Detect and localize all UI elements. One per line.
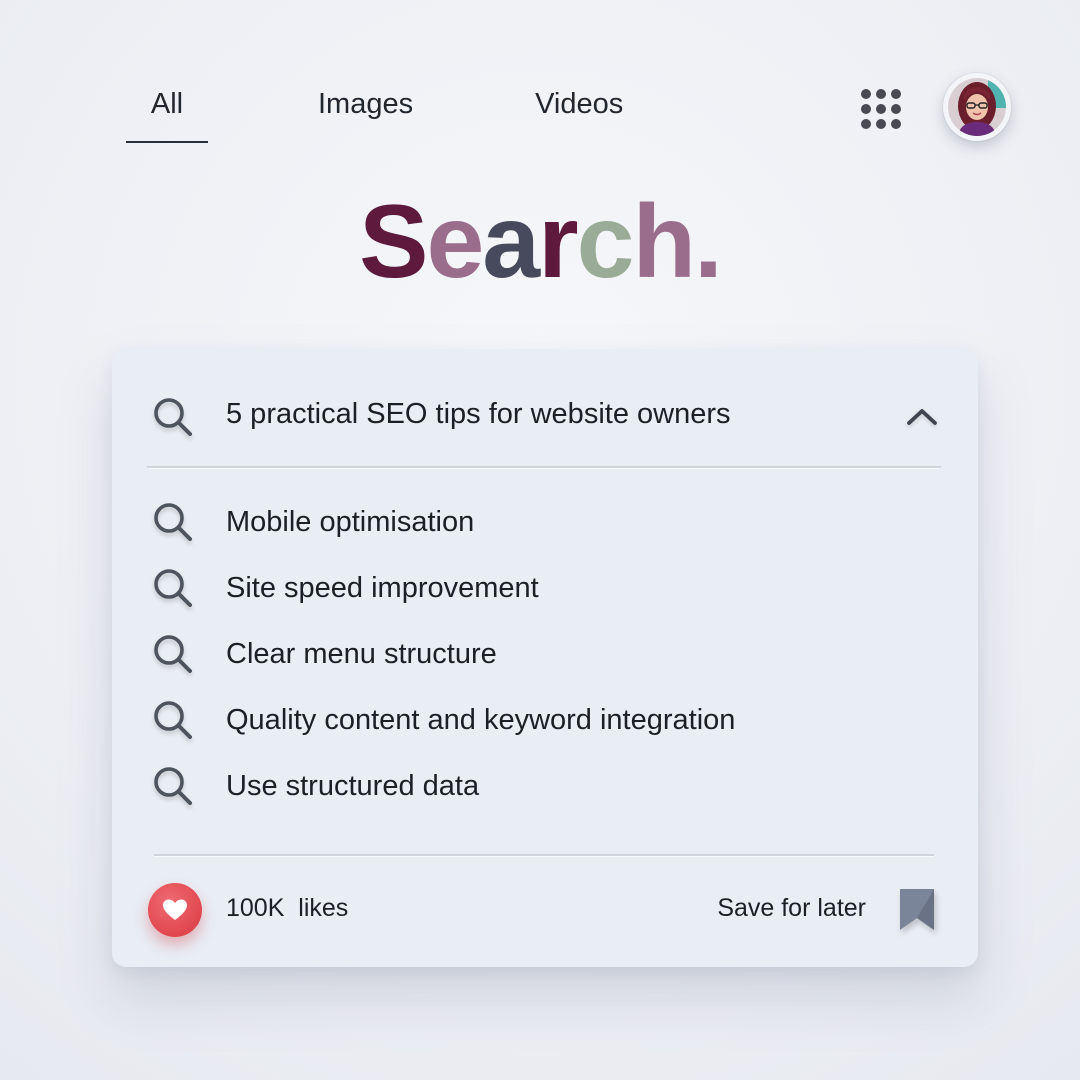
apps-dot: [891, 119, 901, 129]
search-query-text: 5 practical SEO tips for website owners: [226, 398, 731, 430]
logo-letter-r: r: [538, 184, 579, 300]
apps-dot: [861, 104, 871, 114]
search-icon: [152, 501, 194, 548]
logo-letter-a: a: [482, 184, 540, 300]
suggestion-item[interactable]: Quality content and keyword integration: [112, 691, 978, 757]
suggestion-list: Mobile optimisation Site speed improveme…: [112, 493, 978, 823]
logo-letter-s: S: [359, 184, 428, 300]
apps-dot: [861, 119, 871, 129]
search-icon: [152, 396, 194, 443]
tab-images[interactable]: Images: [318, 88, 413, 143]
search-icon: [152, 699, 194, 746]
search-icon: [152, 633, 194, 680]
tab-bar: All Images Videos: [126, 88, 623, 143]
tab-videos[interactable]: Videos: [535, 88, 623, 143]
search-icon: [152, 765, 194, 812]
suggestion-item[interactable]: Mobile optimisation: [112, 493, 978, 559]
search-icon: [152, 567, 194, 614]
likes-count: 100K likes: [226, 894, 349, 922]
apps-dot: [891, 89, 901, 99]
avatar-portrait: [948, 78, 1006, 136]
logo-letter-c: c: [576, 184, 635, 300]
suggestion-item[interactable]: Clear menu structure: [112, 625, 978, 691]
apps-dot: [876, 104, 886, 114]
search-input[interactable]: 5 practical SEO tips for website owners: [112, 349, 978, 466]
suggestion-text: Mobile optimisation: [226, 506, 475, 538]
tab-all[interactable]: All: [126, 88, 208, 143]
suggestion-text: Quality content and keyword integration: [226, 704, 736, 736]
suggestion-text: Site speed improvement: [226, 572, 539, 604]
suggestion-item[interactable]: Site speed improvement: [112, 559, 978, 625]
save-for-later-link[interactable]: Save for later: [717, 894, 866, 923]
logo-dot: .: [694, 184, 723, 300]
logo-letter-e: e: [426, 184, 484, 300]
search-logo: Search.: [0, 190, 1080, 294]
logo-letter-h: h: [632, 184, 696, 300]
search-card: 5 practical SEO tips for website owners …: [112, 349, 978, 967]
apps-dot: [876, 89, 886, 99]
user-avatar[interactable]: [943, 73, 1011, 141]
chevron-up-icon[interactable]: [906, 407, 938, 432]
divider: [147, 466, 941, 468]
suggestion-text: Clear menu structure: [226, 638, 497, 670]
divider: [154, 854, 934, 856]
apps-grid-icon[interactable]: [861, 89, 901, 129]
apps-dot: [861, 89, 871, 99]
bookmark-icon[interactable]: [898, 887, 938, 938]
like-button[interactable]: [148, 883, 202, 937]
suggestion-text: Use structured data: [226, 770, 480, 802]
suggestion-item[interactable]: Use structured data: [112, 757, 978, 823]
heart-icon: [163, 899, 187, 920]
apps-dot: [876, 119, 886, 129]
apps-dot: [891, 104, 901, 114]
